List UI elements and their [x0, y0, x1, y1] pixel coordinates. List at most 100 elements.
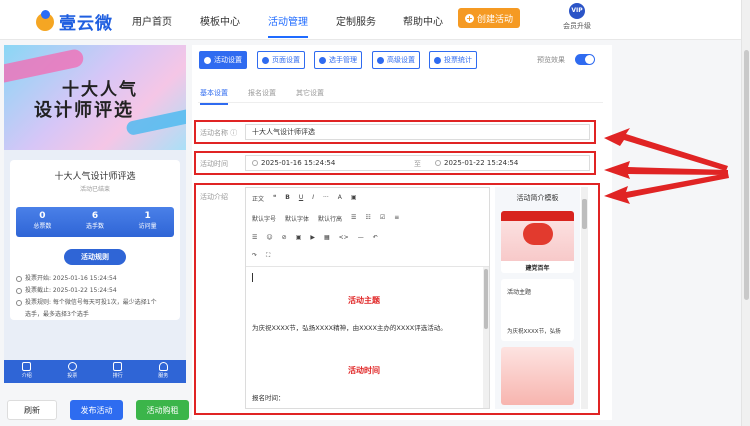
image-icon[interactable]: ▣ [296, 234, 302, 241]
font-family-select[interactable]: 默认字体 [285, 214, 309, 223]
annotation-arrows [604, 128, 729, 204]
template-scrollbar[interactable] [581, 187, 588, 409]
rules-list: 投票开始: 2025-01-16 15:24:54 投票截止: 2025-01-… [16, 274, 178, 322]
quote-icon[interactable]: ❝ [273, 194, 276, 203]
table-icon[interactable]: ▦ [324, 234, 330, 241]
template-thumbnail [501, 347, 574, 405]
underline-icon[interactable]: U [299, 194, 303, 203]
start-date[interactable]: 2025-01-16 15:24:54 [252, 159, 335, 167]
paragraph-style-select[interactable]: 正文 [252, 194, 264, 203]
tab-label: 页面设置 [272, 56, 300, 64]
background-color-icon[interactable]: ▣ [351, 194, 357, 203]
scrollbar-thumb[interactable] [484, 269, 488, 329]
divider [198, 102, 603, 103]
nav-custom-service[interactable]: 定制服务 [336, 13, 376, 28]
stat-contestants: 6 选手数 [69, 207, 122, 237]
template-card[interactable]: 建党百年 [501, 211, 574, 273]
template-card[interactable] [501, 347, 574, 405]
users-icon [319, 56, 326, 64]
tab-vote-stats[interactable]: 投票统计 [429, 51, 477, 69]
editor-scrollbar[interactable] [483, 267, 489, 408]
content-heading: 活动时间 [348, 366, 380, 375]
template-card[interactable]: 活动主题 为庆祝XXXX节，弘扬 [501, 279, 574, 341]
stat-label: 总票数 [33, 223, 52, 230]
person-icon [158, 362, 168, 371]
end-date-text: 2025-01-22 15:24:54 [444, 159, 519, 167]
checklist-icon[interactable]: ☑ [380, 214, 385, 223]
subtab-other[interactable]: 其它设置 [296, 88, 324, 98]
bold-icon[interactable]: B [285, 194, 290, 203]
tab-page-settings[interactable]: 页面设置 [257, 51, 305, 69]
rule-item: 投票截止: 2025-01-22 15:24:54 [16, 286, 178, 296]
action-bar: 刷新 发布活动 活动购租 [0, 388, 190, 426]
stat-label: 选手数 [86, 223, 105, 230]
stats-bar: 0 总票数 6 选手数 1 访问量 [16, 207, 174, 237]
rule-text: 投票截止: 2025-01-22 15:24:54 [25, 287, 117, 294]
template-panel: 活动简介模板 建党百年 活动主题 为庆祝XXXX节，弘扬 [495, 187, 580, 409]
template-caption: 建党百年 [525, 265, 550, 272]
bar-chart-icon [434, 56, 441, 64]
activity-intro-label: 活动介绍 [200, 193, 228, 201]
nav-help[interactable]: 帮助中心 [403, 13, 443, 28]
italic-icon[interactable]: I [312, 194, 314, 203]
gear-icon [204, 56, 211, 64]
vip-upgrade[interactable]: VIP 会员升级 [561, 3, 593, 31]
arrow-to-intro-field [604, 173, 729, 204]
bullet-list-icon[interactable]: ☰ [351, 214, 356, 223]
refresh-button[interactable]: 刷新 [7, 400, 57, 420]
link-icon[interactable]: ⊘ [282, 234, 287, 241]
redo-icon[interactable]: ↷ [252, 252, 257, 260]
more-icon[interactable]: ··· [323, 194, 329, 203]
clock-icon [16, 276, 22, 282]
font-size-select[interactable]: 默认字号 [252, 214, 276, 223]
nav-activity-manage[interactable]: 活动管理 [268, 13, 308, 38]
activity-name-input[interactable]: 十大人气设计师评选 [245, 124, 590, 140]
bottom-nav-rank[interactable]: 排行 [95, 360, 141, 383]
code-icon[interactable]: <> [339, 234, 349, 241]
rule-text: 投票规则: 每个微信号每天可投1次，最少选择1个 [25, 299, 157, 306]
fullscreen-icon[interactable]: ⛶ [266, 252, 270, 260]
align-icon[interactable]: ≡ [394, 214, 399, 223]
tab-advanced[interactable]: 高级设置 [372, 51, 420, 69]
scrollbar-thumb[interactable] [582, 199, 587, 229]
tab-contestants[interactable]: 选手管理 [314, 51, 362, 69]
top-bar: 壹云微 用户首页 模板中心 活动管理 定制服务 帮助中心 + 创建活动 VIP … [0, 0, 750, 40]
editor-content[interactable]: 活动主题 为庆祝XXXX节，弘扬XXXX精神，由XXXX主办的XXXX评选活动。… [246, 267, 482, 408]
rules-pill: 活动规则 [64, 249, 126, 265]
decorative-stroke [125, 107, 186, 137]
video-icon[interactable]: ▶ [310, 234, 315, 241]
emoji-icon[interactable]: ☺ [266, 234, 272, 241]
rule-item: 投票开始: 2025-01-16 15:24:54 [16, 274, 178, 284]
bottom-nav-service[interactable]: 服务 [141, 360, 187, 383]
stat-visits: 1 访问量 [121, 207, 174, 237]
decorative-banner [501, 211, 574, 221]
tab-label: 投票统计 [444, 56, 472, 64]
nav-home[interactable]: 用户首页 [132, 13, 172, 28]
numbered-list-icon[interactable]: ☷ [365, 214, 370, 223]
create-activity-button[interactable]: + 创建活动 [458, 8, 520, 28]
bottom-nav-vote[interactable]: 投票 [50, 360, 96, 383]
line-height-select[interactable]: 默认行高 [318, 214, 342, 223]
divider-icon[interactable]: — [358, 234, 364, 241]
indent-icon[interactable]: ☰ [252, 234, 257, 241]
nav-templates[interactable]: 模板中心 [200, 13, 240, 28]
clock-icon [435, 160, 441, 166]
logo[interactable]: 壹云微 [36, 9, 113, 34]
preview-toggle[interactable] [575, 54, 595, 65]
scrollbar-thumb[interactable] [744, 50, 749, 300]
stat-value: 1 [144, 211, 151, 221]
mobile-bottom-nav: 介绍 投票 排行 服务 [4, 360, 186, 383]
publish-button[interactable]: 发布活动 [70, 400, 123, 420]
vip-icon: VIP [569, 3, 585, 19]
subtab-signup[interactable]: 报名设置 [248, 88, 276, 98]
undo-icon[interactable]: ↶ [373, 234, 378, 241]
tab-activity-settings[interactable]: 活动设置 [199, 51, 247, 69]
tab-label: 选手管理 [329, 56, 357, 64]
purchase-button[interactable]: 活动购租 [136, 400, 189, 420]
end-date[interactable]: 2025-01-22 15:24:54 [435, 159, 518, 167]
font-color-icon[interactable]: A [338, 194, 342, 203]
tab-label: 活动设置 [214, 56, 242, 64]
subtab-basic[interactable]: 基本设置 [200, 88, 228, 105]
page-scrollbar[interactable] [741, 0, 750, 426]
bottom-nav-intro[interactable]: 介绍 [4, 360, 50, 383]
